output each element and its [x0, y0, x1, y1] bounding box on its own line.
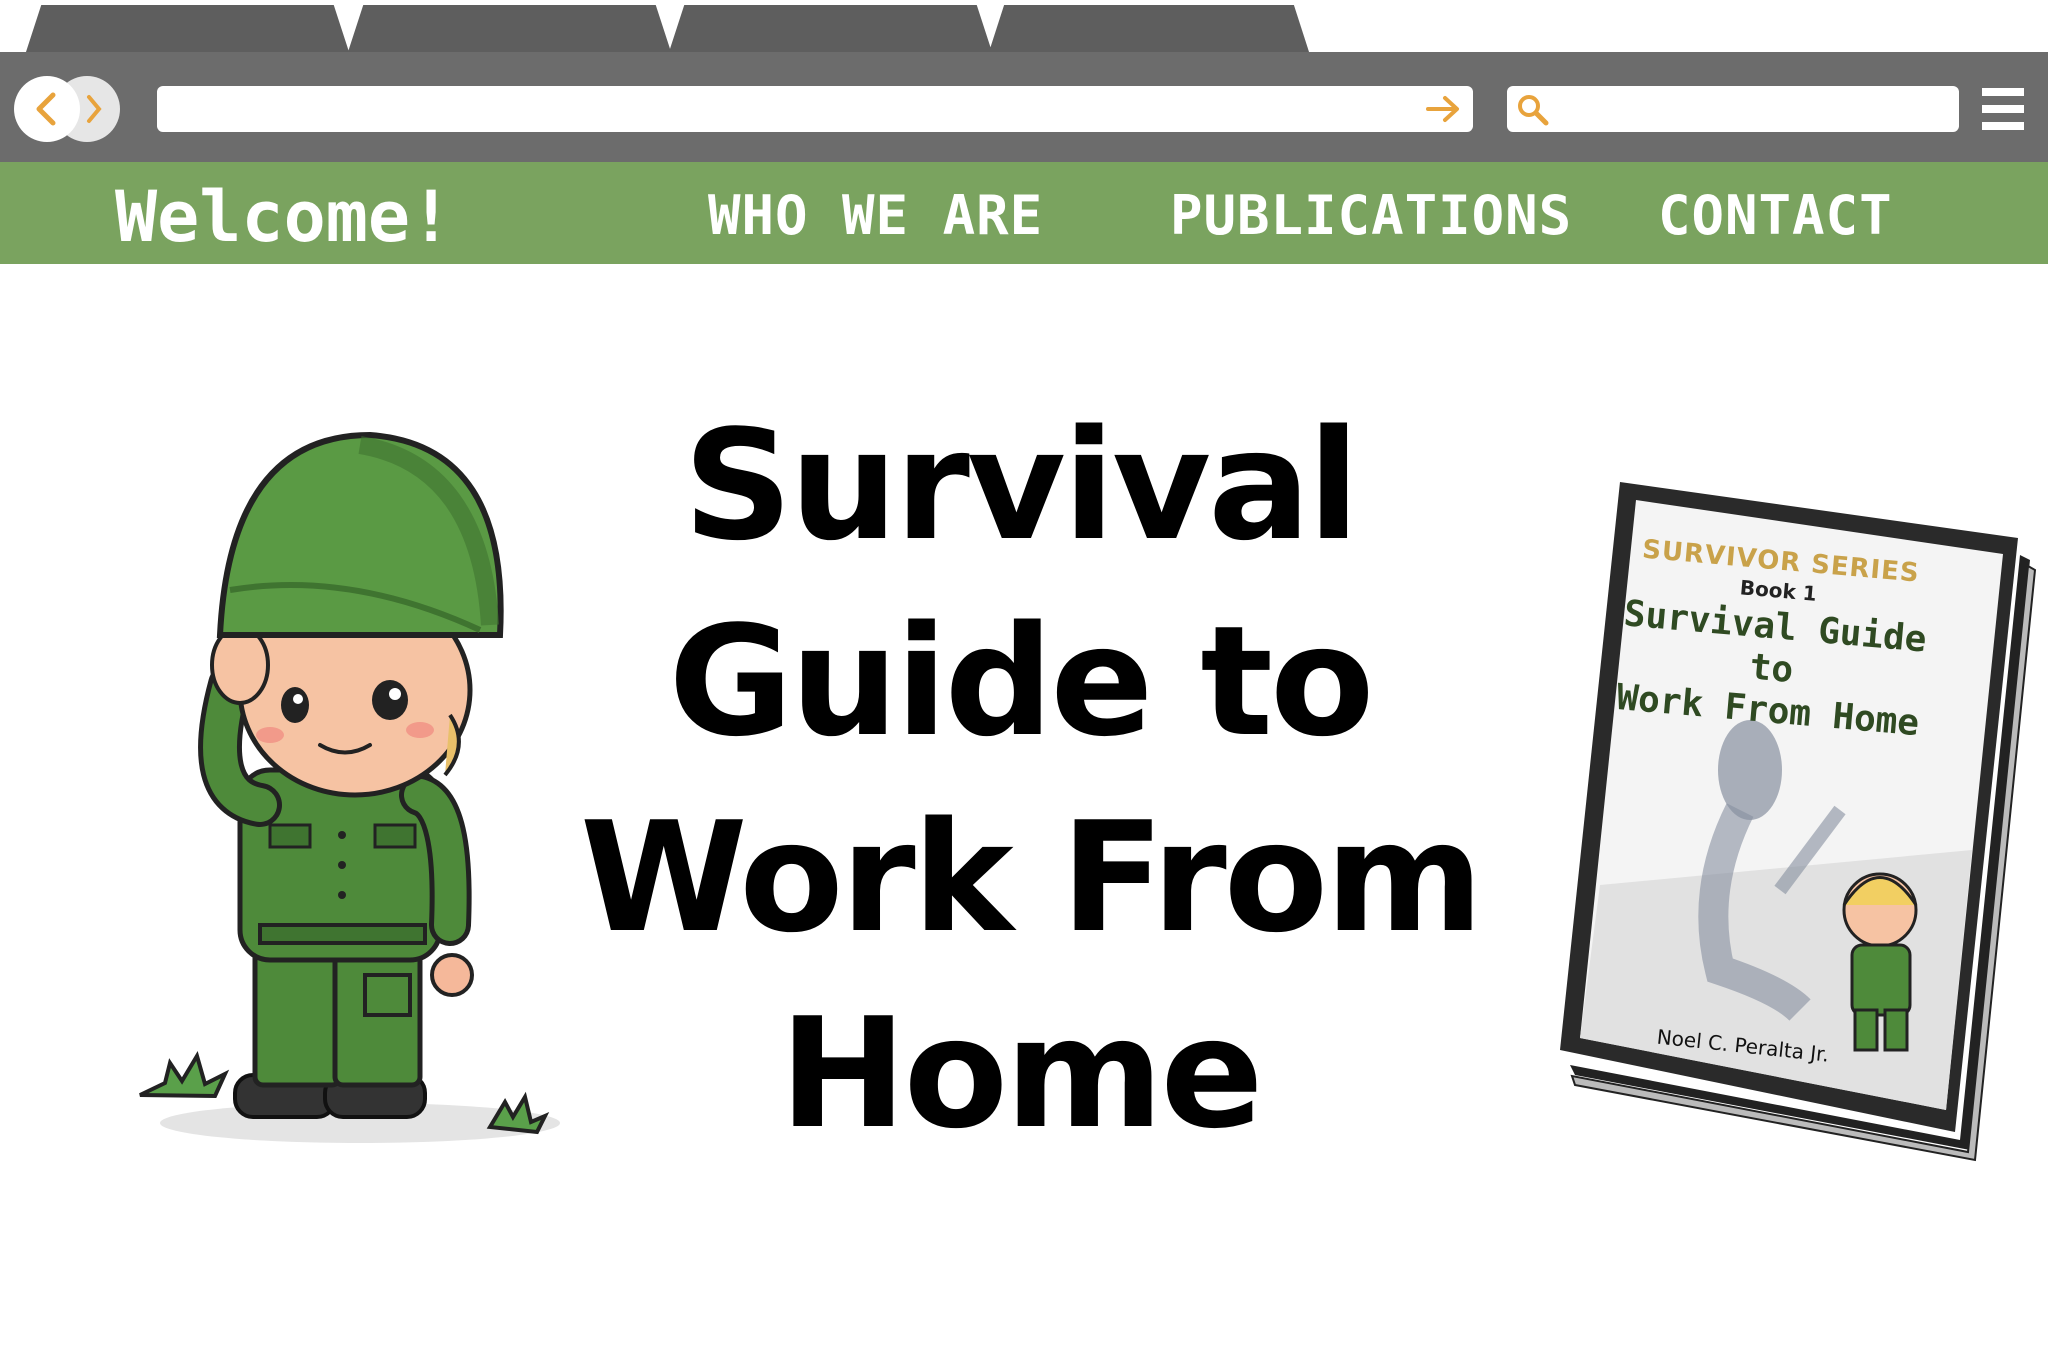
hero-title-line-4: Home [779, 985, 1263, 1162]
browser-tab-4[interactable] [988, 5, 1310, 55]
search-input[interactable] [1507, 86, 1959, 132]
chevron-left-icon [36, 92, 56, 126]
browser-tab-2[interactable] [347, 5, 672, 55]
search-icon [1518, 95, 1549, 126]
hero-title-line-3: Work From [580, 789, 1484, 966]
nav-link-who-we-are[interactable]: WHO WE ARE [708, 184, 1043, 247]
nav-link-publications[interactable]: PUBLICATIONS [1170, 184, 1572, 247]
welcome-link[interactable]: Welcome! [115, 176, 452, 258]
browser-tab-3[interactable] [668, 5, 993, 55]
hamburger-menu-icon[interactable] [1978, 86, 2028, 132]
book-cover-text: SURVIVOR SERIES Book 1 Survival Guide to… [1552, 528, 1997, 751]
address-bar[interactable] [157, 86, 1473, 132]
browser-tab-1[interactable] [25, 5, 350, 55]
hero-title-line-2: Guide to [668, 593, 1375, 770]
back-button[interactable] [14, 76, 80, 142]
hero-title: Survival Guide to Work From Home [580, 388, 1484, 1172]
nav-link-contact[interactable]: CONTACT [1658, 184, 1893, 247]
site-navbar: Welcome! WHO WE ARE PUBLICATIONS CONTACT [0, 162, 2048, 264]
soldier-illustration [139, 431, 560, 1143]
arrow-right-icon[interactable] [1425, 94, 1461, 124]
browser-toolbar [0, 52, 2048, 162]
hero-title-line-1: Survival [683, 397, 1360, 574]
